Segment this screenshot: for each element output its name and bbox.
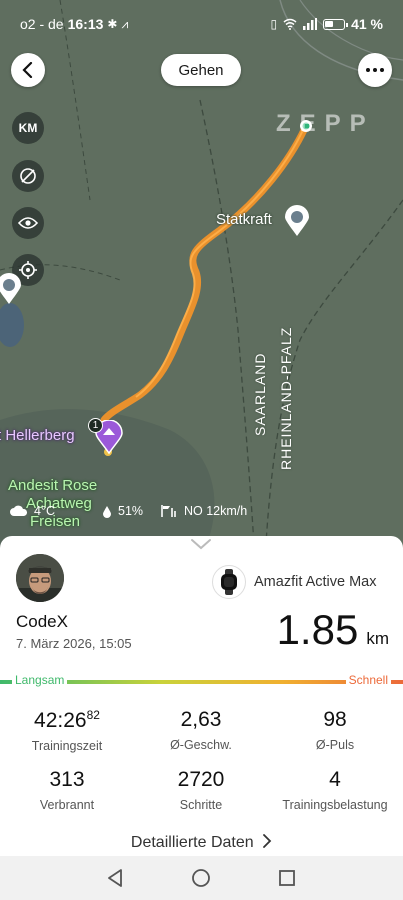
bluetooth-icon: ✱: [107, 17, 118, 31]
route-map[interactable]: o2 - de 16:13 ✱ ⩘ ▯ 41 % Gehen ZEPP KM S…: [0, 0, 403, 560]
stat-value-sup: 82: [86, 708, 100, 722]
route-line: [100, 124, 309, 424]
avatar[interactable]: [16, 554, 64, 602]
distance-value: 1.85: [276, 606, 359, 653]
more-horizontal-icon: [366, 68, 384, 72]
distance-display: 1.85 km: [277, 606, 389, 654]
region-label-saarland: SAARLAND: [252, 352, 268, 436]
battery-percent: 41 %: [351, 16, 383, 32]
weather-wind: NO 12km/h: [184, 504, 248, 518]
square-recent-icon: [279, 870, 295, 886]
status-bar: o2 - de 16:13 ✱ ⩘ ▯ 41 %: [0, 0, 403, 48]
stat-avg-speed: 2,63 Ø-Geschw.: [134, 708, 268, 752]
vibrate-icon: ▯: [270, 17, 278, 31]
stat-label: Ø-Puls: [315, 738, 355, 752]
detailed-data-link[interactable]: Detaillierte Daten: [0, 834, 403, 852]
signal-icon: [303, 18, 318, 30]
nav-recent-button[interactable]: [277, 868, 297, 888]
stat-calories: 313 Verbrannt: [0, 768, 134, 812]
stat-training-load: 4 Trainingsbelastung: [268, 768, 402, 812]
view-toggle-button[interactable]: [12, 207, 44, 239]
unit-toggle-button[interactable]: KM: [12, 112, 44, 144]
stat-value: 313: [49, 768, 85, 791]
battery-icon: [323, 18, 349, 30]
eye-icon: [18, 217, 38, 229]
nav-home-button[interactable]: [191, 868, 211, 888]
distance-unit: km: [366, 629, 389, 648]
stat-label: Ø-Geschw.: [170, 738, 232, 752]
layer-off-icon: [20, 168, 36, 184]
stat-label: Verbrannt: [39, 798, 95, 812]
stat-avg-pulse: 98 Ø-Puls: [268, 708, 402, 752]
user-photo: [16, 554, 64, 602]
chevron-right-icon: [263, 834, 272, 848]
chevron-left-icon: [22, 62, 33, 78]
stat-value: 2720: [177, 768, 225, 791]
start-marker: 1: [88, 418, 103, 433]
stat-value: 4: [329, 768, 341, 791]
carrier-label: o2 - de: [20, 16, 64, 32]
humidity-icon: [103, 505, 111, 518]
zepp-watermark: ZEPP: [276, 110, 375, 137]
stat-label: Schritte: [179, 798, 223, 812]
activity-type-button[interactable]: Gehen: [161, 54, 241, 86]
weather-temperature: 4°C: [34, 504, 55, 518]
device-info[interactable]: Amazfit Active Max: [212, 565, 376, 599]
stat-label: Trainingsbelastung: [282, 798, 388, 812]
triangle-back-icon: [108, 869, 122, 887]
detailed-data-label: Detaillierte Daten: [130, 834, 254, 851]
nfc-icon: ⩘: [121, 16, 129, 31]
workout-date: 7. März 2026, 15:05: [16, 636, 132, 651]
wind-icon: [161, 505, 176, 517]
stat-value: 42:26: [34, 709, 87, 732]
device-name: Amazfit Active Max: [254, 574, 377, 590]
location-pin-icon[interactable]: [0, 273, 22, 305]
map-layer-button[interactable]: [12, 160, 44, 192]
weather-row: 4°C 51% NO 12km/h: [10, 500, 403, 522]
clock: 16:13: [67, 16, 104, 32]
user-name: CodeX: [16, 612, 68, 631]
statkraft-pin-icon[interactable]: [284, 205, 310, 237]
system-nav-bar: [0, 856, 403, 900]
region-label-rlp: RHEINLAND-PFALZ: [278, 326, 294, 470]
stat-training-time: 42:2682 Trainingszeit: [0, 708, 134, 753]
back-button[interactable]: [11, 53, 45, 87]
stat-steps: 2720 Schritte: [134, 768, 268, 812]
more-button[interactable]: [358, 53, 392, 87]
watch-glyph: [221, 569, 237, 595]
watch-icon: [212, 565, 246, 599]
cloud-icon: [10, 505, 28, 516]
map-label-statkraft: Statkraft: [216, 211, 272, 228]
wifi-icon: [283, 18, 297, 30]
speed-slow-label: Langsam: [12, 673, 68, 687]
map-label-andesit: Andesit Rose: [8, 477, 98, 494]
chevron-down-icon[interactable]: [190, 538, 212, 550]
weather-humidity: 51%: [118, 504, 144, 518]
stat-value: 2,63: [180, 708, 222, 731]
map-label-hellerberg: t Hellerberg: [0, 427, 75, 444]
nav-back-button[interactable]: [105, 868, 125, 888]
stat-value: 98: [323, 708, 347, 731]
circle-home-icon: [192, 869, 210, 887]
stat-label: Trainingszeit: [31, 739, 103, 753]
speed-fast-label: Schnell: [345, 673, 391, 687]
